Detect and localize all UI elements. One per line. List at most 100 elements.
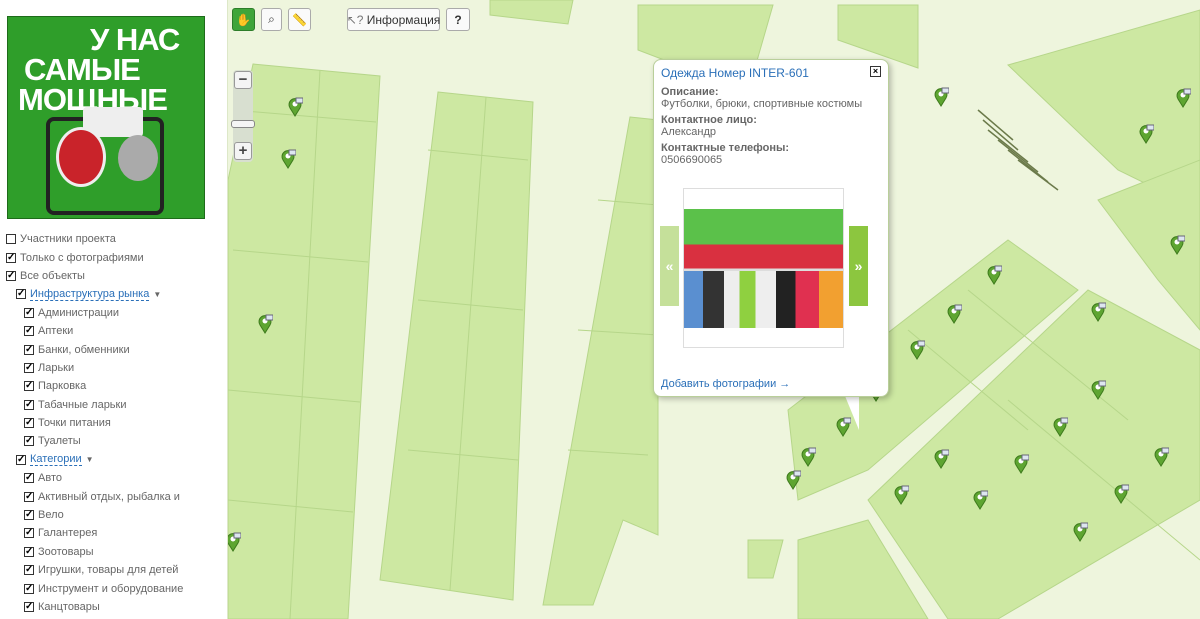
map-marker-icon[interactable] (933, 87, 950, 107)
checkbox[interactable]: ✓ (24, 546, 34, 557)
sidebar: У НАС САМЫЕ МОЩНЫЕ Участники проекта ✓ Тол… (0, 0, 228, 619)
map-marker-icon[interactable] (909, 340, 926, 360)
filter-label: Канцтовары (38, 601, 100, 613)
map-marker-icon[interactable] (1169, 235, 1186, 255)
filter-item[interactable]: ✓ Канцтовары (6, 598, 226, 616)
filter-label: Игрушки, товары для детей (38, 564, 179, 577)
checkbox[interactable]: ✓ (24, 344, 34, 355)
filter-label: Точки питания (38, 417, 111, 430)
filter-group[interactable]: ✓ Инфраструктура рынка ▼ (6, 285, 226, 303)
checkbox[interactable]: ✓ (24, 510, 34, 521)
filter-item[interactable]: ✓ Все объекты (6, 267, 226, 285)
shop-photo[interactable] (684, 209, 843, 328)
filter-item[interactable]: ✓ Зоотовары (6, 543, 226, 561)
checkbox[interactable]: ✓ (24, 307, 34, 318)
prev-photo-button[interactable]: « (660, 226, 679, 306)
checkbox[interactable]: ✓ (24, 491, 34, 502)
map-marker-icon[interactable] (1090, 380, 1107, 400)
popup-title[interactable]: Одежда Номер INTER-601 (661, 66, 881, 80)
checkbox[interactable]: ✓ (24, 473, 34, 484)
pan-tool-button[interactable]: ✋ (232, 8, 255, 31)
filter-item[interactable]: ✓ Активный отдых, рыбалка и (6, 487, 226, 505)
zoom-in-button[interactable]: + (234, 142, 252, 160)
filter-item[interactable]: ✓ Банки, обменники (6, 340, 226, 358)
checkbox[interactable]: ✓ (24, 418, 34, 429)
map-marker-icon[interactable] (287, 97, 304, 117)
caret-down-icon[interactable]: ▼ (86, 455, 94, 464)
add-photos-link[interactable]: Добавить фотографии → (661, 378, 790, 390)
filter-item[interactable]: ✓ Галантерея (6, 524, 226, 542)
filter-item[interactable]: ✓ Туалеты (6, 432, 226, 450)
map-marker-icon[interactable] (257, 314, 274, 334)
description-value: Футболки, брюки, спортивные костюмы (661, 98, 863, 110)
checkbox[interactable]: ✓ (24, 602, 34, 612)
checkbox[interactable]: ✓ (24, 565, 34, 576)
filter-item[interactable]: ✓ Только с фотографиями (6, 248, 226, 266)
zoom-out-button[interactable]: − (234, 71, 252, 89)
checkbox[interactable]: ✓ (24, 399, 34, 410)
map-marker-icon[interactable] (1013, 454, 1030, 474)
checkbox[interactable]: ✓ (24, 362, 34, 373)
filter-item[interactable]: ✓ Аптеки (6, 322, 226, 340)
caret-down-icon[interactable]: ▼ (153, 290, 161, 299)
zoom-area-icon: ⌕ (268, 12, 275, 26)
map-marker-icon[interactable] (946, 304, 963, 324)
filter-item[interactable]: Участники проекта (6, 230, 226, 248)
filter-label: Туалеты (38, 435, 81, 448)
filter-group[interactable]: ✓ Категории ▼ (6, 451, 226, 469)
filter-item[interactable]: ✓ Инструмент и оборудование (6, 579, 226, 597)
map-marker-icon[interactable] (1072, 522, 1089, 542)
map-marker-icon[interactable] (280, 149, 297, 169)
close-icon[interactable]: × (870, 66, 881, 77)
map-marker-icon[interactable] (1113, 484, 1130, 504)
map-marker-icon[interactable] (1138, 124, 1155, 144)
ad-banner[interactable]: У НАС САМЫЕ МОЩНЫЕ (7, 16, 205, 219)
filter-label: Участники проекта (20, 233, 116, 246)
info-tool-button[interactable]: ↖? Информация (347, 8, 440, 31)
filter-item[interactable]: ✓ Табачные ларьки (6, 396, 226, 414)
filter-label[interactable]: Инфраструктура рынка (30, 288, 150, 301)
filter-item[interactable]: ✓ Парковка (6, 377, 226, 395)
ruler-tool-button[interactable]: 📏 (288, 8, 311, 31)
map-marker-icon[interactable] (228, 532, 242, 552)
map-marker-icon[interactable] (1090, 302, 1107, 322)
map-marker-icon[interactable] (800, 447, 817, 467)
checkbox[interactable]: ✓ (16, 289, 26, 300)
help-button[interactable]: ? (446, 8, 470, 31)
filter-item[interactable]: ✓ Точки питания (6, 414, 226, 432)
checkbox[interactable]: ✓ (24, 583, 34, 594)
zoom-slider-thumb[interactable] (231, 119, 255, 128)
map-marker-icon[interactable] (893, 485, 910, 505)
checkbox[interactable]: ✓ (16, 454, 26, 465)
filter-label: Вело (38, 509, 64, 522)
contact-value: Александр (661, 126, 717, 138)
filter-item[interactable]: ✓ Вело (6, 506, 226, 524)
map-marker-icon[interactable] (785, 470, 802, 490)
checkbox[interactable]: ✓ (24, 436, 34, 447)
map-marker-icon[interactable] (1052, 417, 1069, 437)
filter-label: Все объекты (20, 269, 85, 282)
filter-item[interactable]: ✓ Администрации (6, 304, 226, 322)
zoom-area-tool-button[interactable]: ⌕ (261, 8, 282, 31)
checkbox[interactable]: ✓ (6, 252, 16, 263)
filter-label: Авто (38, 472, 62, 485)
map-marker-icon[interactable] (1175, 88, 1192, 108)
map-marker-icon[interactable] (972, 490, 989, 510)
checkbox[interactable]: ✓ (6, 270, 16, 281)
checkbox[interactable]: ✓ (24, 528, 34, 539)
map-marker-icon[interactable] (986, 265, 1003, 285)
filter-item[interactable]: ✓ Авто (6, 469, 226, 487)
checkbox[interactable] (6, 234, 16, 245)
cursor-question-icon: ↖? (346, 12, 364, 27)
next-photo-button[interactable]: » (849, 226, 868, 306)
filter-label[interactable]: Категории (30, 453, 82, 467)
map-marker-icon[interactable] (933, 449, 950, 469)
checkbox[interactable]: ✓ (24, 326, 34, 337)
map-marker-icon[interactable] (1153, 447, 1170, 467)
checkbox[interactable]: ✓ (24, 381, 34, 392)
filter-label: Только с фотографиями (20, 251, 144, 264)
filter-item[interactable]: ✓ Ларьки (6, 359, 226, 377)
ruler-icon: 📏 (292, 12, 307, 27)
filter-item[interactable]: ✓ Игрушки, товары для детей (6, 561, 226, 579)
filter-label: Администрации (38, 306, 120, 319)
